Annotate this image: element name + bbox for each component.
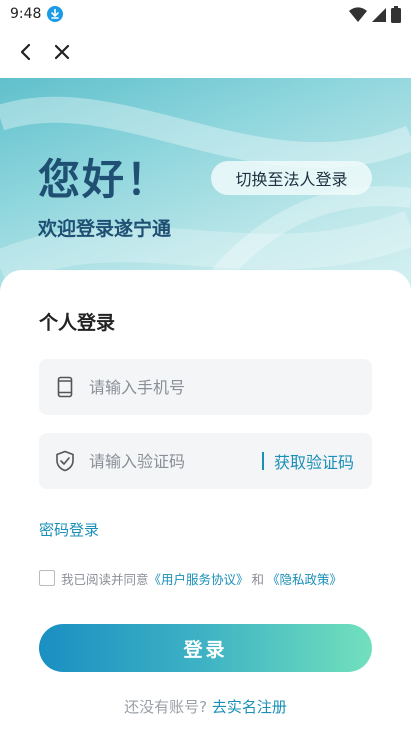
agree-prefix: 我已阅读并同意 — [61, 571, 149, 587]
nav-bar — [0, 30, 411, 76]
password-login-link[interactable]: 密码登录 — [39, 519, 99, 540]
get-code-label: 获取验证码 — [273, 453, 354, 472]
form-title: 个人登录 — [39, 312, 116, 334]
login-card: 个人登录 获取验证码 密码登录 我已阅读并同意 《用户服务协议》 和 《隐私政策… — [0, 270, 411, 731]
code-field: 获取验证码 — [39, 433, 372, 489]
wifi-icon — [349, 6, 367, 22]
phone-input[interactable] — [87, 376, 291, 398]
code-input[interactable] — [87, 450, 291, 472]
close-icon[interactable] — [50, 40, 74, 64]
hero-greeting: 您好！ — [38, 155, 171, 204]
get-code-separator — [261, 452, 264, 470]
login-button[interactable]: 登录 — [39, 624, 372, 672]
phone-field — [39, 359, 372, 415]
back-arrow-icon[interactable] — [14, 40, 38, 64]
agree-checkbox[interactable] — [39, 570, 55, 586]
system-icons — [349, 6, 401, 23]
switch-to-legal-login-button[interactable]: 切换至法人登录 — [211, 161, 372, 195]
shield-check-icon — [56, 450, 74, 472]
agree-and: 和 — [251, 571, 265, 587]
phone-icon — [57, 376, 73, 398]
status-bar: 9:48 — [0, 0, 411, 30]
register-row: 还没有账号? 去实名注册 — [0, 696, 411, 717]
hero-banner: 您好！ 欢迎登录遂宁通 切换至法人登录 — [0, 78, 411, 300]
get-code-button[interactable]: 获取验证码 — [261, 433, 354, 489]
privacy-policy-link[interactable]: 《隐私政策》 — [267, 569, 342, 588]
register-link[interactable]: 去实名注册 — [212, 698, 287, 716]
battery-icon — [391, 6, 401, 23]
user-agreement-link[interactable]: 《用户服务协议》 — [149, 569, 249, 588]
hero-welcome: 欢迎登录遂宁通 — [38, 218, 172, 240]
download-icon — [47, 6, 63, 22]
no-account-text: 还没有账号? — [124, 698, 208, 716]
agreement-row: 我已阅读并同意 《用户服务协议》 和 《隐私政策》 — [39, 568, 342, 588]
status-time: 9:48 — [10, 6, 42, 22]
signal-icon — [372, 7, 386, 22]
